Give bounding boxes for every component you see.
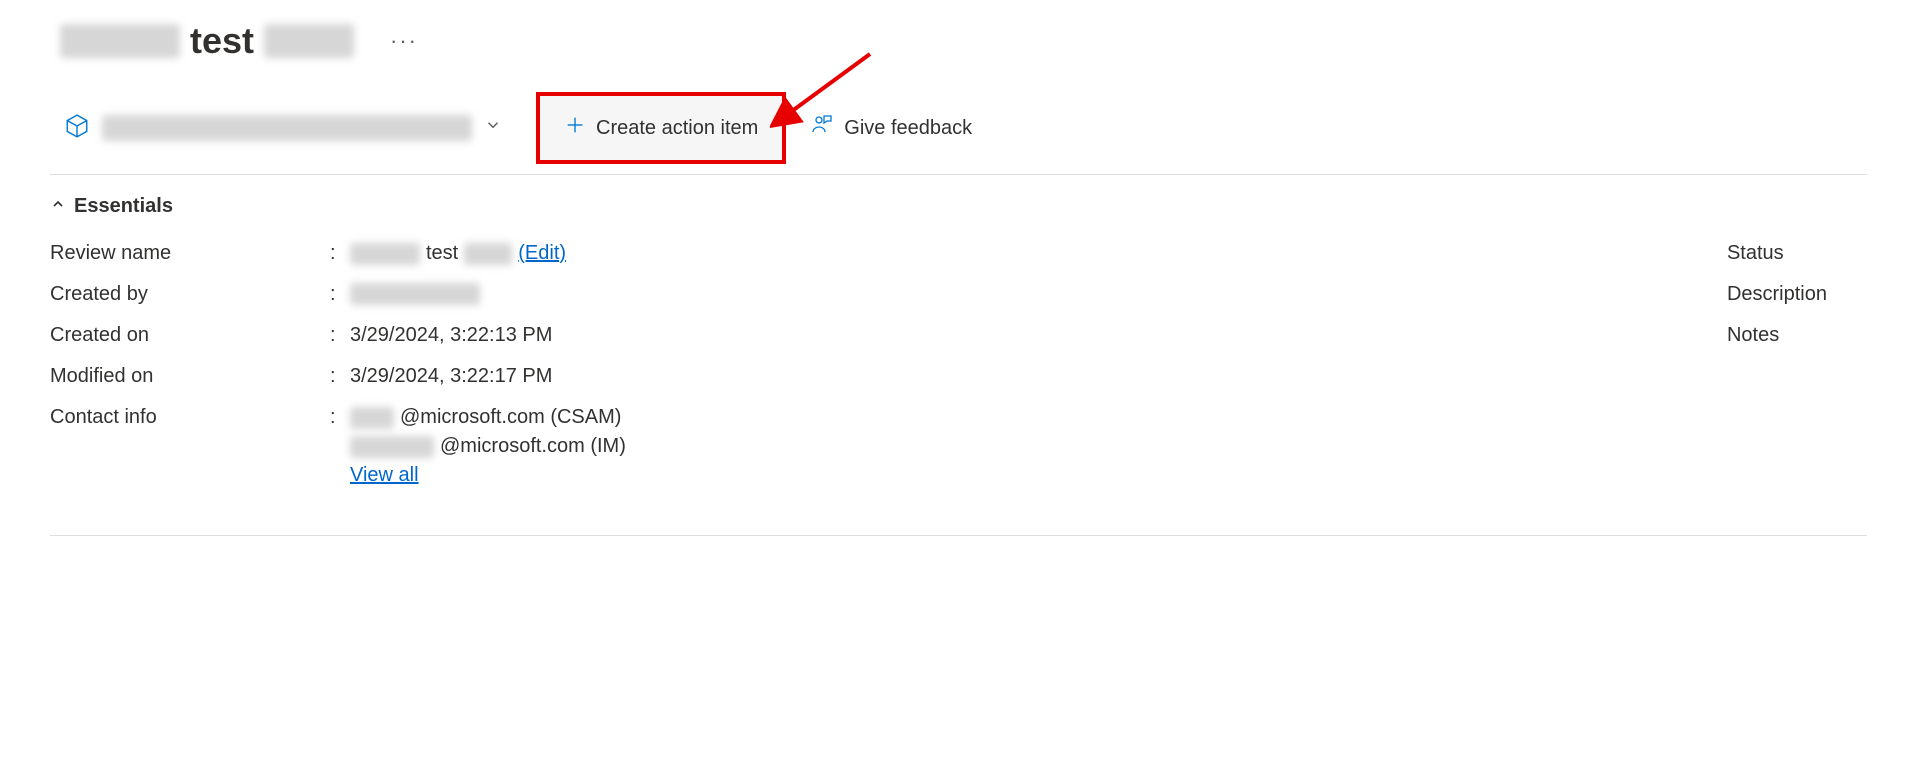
redacted-text bbox=[102, 115, 472, 141]
field-review-name: Review name : test (Edit) bbox=[50, 242, 626, 265]
view-all-link[interactable]: View all bbox=[350, 464, 419, 487]
field-created-on: Created on : 3/29/2024, 3:22:13 PM bbox=[50, 324, 626, 347]
contact-2: @microsoft.com (IM) bbox=[440, 435, 626, 458]
redacted-text bbox=[350, 283, 480, 305]
give-feedback-label: Give feedback bbox=[844, 117, 972, 140]
field-description-label: Description bbox=[1727, 283, 1827, 306]
field-label: Created on bbox=[50, 324, 330, 347]
give-feedback-button[interactable]: Give feedback bbox=[786, 99, 996, 157]
field-label: Modified on bbox=[50, 365, 330, 388]
redacted-text bbox=[350, 407, 394, 429]
command-bar: Create action item Give feedback bbox=[50, 92, 1867, 175]
create-action-item-label: Create action item bbox=[596, 117, 758, 140]
created-on-value: 3/29/2024, 3:22:13 PM bbox=[350, 324, 552, 347]
chevron-up-icon bbox=[50, 196, 66, 217]
plus-icon bbox=[564, 114, 586, 142]
essentials-panel: Review name : test (Edit) Created by : bbox=[50, 242, 1867, 536]
redacted-text bbox=[264, 24, 354, 58]
package-icon bbox=[64, 113, 90, 144]
field-notes-label: Notes bbox=[1727, 324, 1827, 347]
field-label: Contact info bbox=[50, 406, 330, 429]
scope-dropdown[interactable] bbox=[50, 107, 516, 150]
page-title: test bbox=[60, 20, 354, 62]
page-header: test ··· bbox=[50, 20, 1867, 62]
modified-on-value: 3/29/2024, 3:22:17 PM bbox=[350, 365, 552, 388]
page-title-text: test bbox=[190, 20, 254, 62]
review-name-value: test bbox=[426, 242, 458, 265]
redacted-text bbox=[464, 243, 512, 265]
field-modified-on: Modified on : 3/29/2024, 3:22:17 PM bbox=[50, 365, 626, 388]
essentials-right-column: Status Description Notes bbox=[1727, 242, 1867, 505]
field-created-by: Created by : bbox=[50, 283, 626, 306]
redacted-text bbox=[60, 24, 180, 58]
feedback-icon bbox=[810, 113, 834, 143]
contact-1: @microsoft.com (CSAM) bbox=[400, 406, 621, 429]
field-label: Review name bbox=[50, 242, 330, 265]
essentials-toggle[interactable]: Essentials bbox=[50, 195, 1867, 218]
create-action-item-button[interactable]: Create action item bbox=[536, 92, 786, 164]
overflow-menu-button[interactable]: ··· bbox=[384, 22, 424, 60]
edit-link[interactable]: (Edit) bbox=[518, 242, 566, 265]
field-label: Created by bbox=[50, 283, 330, 306]
redacted-text bbox=[350, 243, 420, 265]
redacted-text bbox=[350, 436, 434, 458]
essentials-label: Essentials bbox=[74, 195, 173, 218]
field-status-label: Status bbox=[1727, 242, 1827, 265]
chevron-down-icon bbox=[484, 116, 502, 140]
field-contact-info: Contact info : @microsoft.com (CSAM) @mi… bbox=[50, 406, 626, 487]
essentials-left-column: Review name : test (Edit) Created by : bbox=[50, 242, 626, 505]
